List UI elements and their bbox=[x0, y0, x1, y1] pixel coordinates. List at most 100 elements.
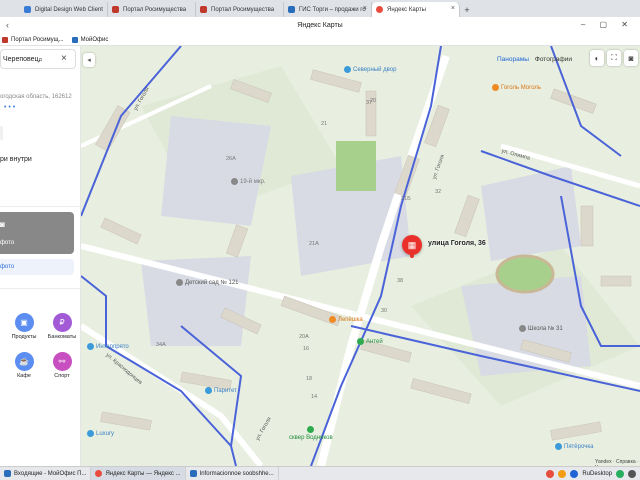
tab-panoramas[interactable]: Панорамы bbox=[497, 56, 529, 63]
poi-marker[interactable]: Luxury bbox=[87, 430, 114, 437]
map-canvas[interactable]: 20 21 21Б 21А 26А 32 38 37 30 20А 16 18 … bbox=[81, 46, 640, 466]
poi-marker[interactable]: Пятёрочка bbox=[555, 443, 593, 450]
poi-label: Паритет bbox=[214, 387, 237, 394]
poi-label: 19-й мкр. bbox=[240, 178, 266, 185]
house-number: 16 bbox=[303, 346, 310, 352]
poi-dot-icon bbox=[176, 279, 183, 286]
poi-label: Антей bbox=[366, 338, 383, 345]
bookmarks-bar: Портал Росимущ... МойОфис bbox=[0, 34, 640, 46]
sidebar-chip[interactable] bbox=[0, 126, 3, 140]
close-icon[interactable]: × bbox=[451, 5, 455, 12]
category-products-button[interactable]: ▣ Продукты bbox=[9, 313, 39, 340]
tab-strip-spacer bbox=[0, 2, 20, 17]
tab-label: Digital Design Web Client bbox=[35, 6, 103, 13]
tray-app-icon[interactable] bbox=[570, 470, 579, 478]
poi-marker[interactable]: 19-й мкр. bbox=[231, 178, 265, 185]
house-number: 21А bbox=[309, 241, 319, 247]
add-photo-button[interactable]: фото bbox=[0, 259, 74, 275]
layers-icon[interactable]: ◐ bbox=[590, 50, 604, 66]
window-controls-icon[interactable]: – ▢ ✕ bbox=[581, 20, 634, 29]
bookmark-item[interactable]: МойОфис bbox=[71, 36, 109, 43]
tab-photos[interactable]: Фотографии bbox=[535, 56, 572, 63]
poi-marker[interactable]: сквер Водников bbox=[289, 426, 333, 441]
search-icon[interactable]: ⌕ bbox=[38, 54, 43, 65]
tray-label[interactable]: RuDesktop bbox=[582, 471, 612, 477]
poi-label: Интерпрято bbox=[96, 343, 129, 350]
poi-marker[interactable]: Школа № 31 bbox=[519, 325, 563, 332]
poi-marker[interactable]: Антей bbox=[357, 338, 383, 345]
tray-app-icon[interactable] bbox=[558, 470, 567, 478]
poi-dot-icon bbox=[519, 325, 526, 332]
poi-dot-icon bbox=[307, 426, 315, 433]
close-icon[interactable]: × bbox=[61, 53, 67, 64]
poi-marker[interactable]: Паритет bbox=[205, 387, 237, 394]
tab-label: Яндекс Карты bbox=[387, 6, 426, 13]
poi-dot-icon bbox=[357, 338, 364, 345]
poi-dot-icon bbox=[87, 343, 94, 350]
browser-tab[interactable]: Digital Design Web Client bbox=[20, 2, 108, 17]
house-number: 37 bbox=[366, 100, 373, 106]
more-dots-icon[interactable]: • • • bbox=[4, 104, 15, 111]
collapse-sidebar-button[interactable]: ◂ bbox=[83, 53, 95, 67]
tray-app-icon[interactable] bbox=[546, 470, 555, 478]
house-number: 26А bbox=[226, 156, 236, 162]
tab-favicon-icon bbox=[24, 6, 31, 13]
bookmark-item[interactable]: Портал Росимущ... bbox=[2, 36, 64, 43]
house-number: 38 bbox=[397, 278, 404, 284]
map-graphics bbox=[81, 46, 640, 466]
taskbar-item[interactable]: Яндекс Карты — Яндекс ... bbox=[91, 466, 186, 480]
house-number: 21 bbox=[321, 121, 328, 127]
poi-marker[interactable]: Интерпрято bbox=[87, 343, 129, 350]
browser-tab[interactable]: ГИС Торги – продажи го × bbox=[284, 2, 372, 17]
address-line: огодская область, 162612 bbox=[0, 94, 72, 100]
tray-app-icon[interactable] bbox=[628, 470, 636, 478]
browser-title-row: ‹ Яндекс Карты – ▢ ✕ bbox=[0, 17, 640, 34]
poi-marker[interactable]: Гоголь Моголь bbox=[492, 84, 541, 91]
taskbar-label: Входящие - МойОфис П... bbox=[14, 470, 87, 477]
transport-icon[interactable]: ⛶ bbox=[607, 50, 621, 66]
bookmark-favicon-icon bbox=[71, 36, 78, 43]
bookmark-favicon-icon bbox=[2, 36, 8, 43]
house-number: 30 bbox=[381, 308, 388, 314]
poi-marker[interactable]: Детский сад № 121 bbox=[176, 279, 239, 286]
category-atm-button[interactable]: ₽ Банкоматы bbox=[47, 313, 77, 340]
tab-label: Портал Росимущества bbox=[123, 6, 187, 13]
poi-marker[interactable]: Северный двор bbox=[344, 66, 396, 73]
system-tray: RuDesktop bbox=[546, 467, 640, 480]
divider bbox=[0, 206, 80, 207]
pin-address-label: улица Гоголя, 36 bbox=[428, 240, 486, 247]
browser-tab[interactable]: Портал Росимущества bbox=[108, 2, 196, 17]
poi-marker[interactable]: Лепёшка bbox=[329, 316, 363, 323]
close-icon[interactable]: × bbox=[363, 5, 367, 12]
camera-icon[interactable]: ◙ bbox=[624, 50, 638, 66]
house-number: 34А bbox=[156, 342, 166, 348]
search-input[interactable]: Череповец, ⌕ × bbox=[0, 49, 76, 69]
back-arrow-icon[interactable]: ‹ bbox=[6, 20, 9, 30]
poi-dot-icon bbox=[344, 66, 351, 73]
map-sidebar: Череповец, ⌕ × огодская область, 162612 … bbox=[0, 46, 81, 466]
house-number: 21Б bbox=[401, 196, 411, 202]
location-pin-icon[interactable]: ▦ bbox=[402, 235, 422, 255]
category-cafe-button[interactable]: ☕ Кафе bbox=[9, 352, 39, 379]
new-tab-plus-icon[interactable]: + bbox=[460, 2, 474, 17]
browser-tab-bar: Digital Design Web Client Портал Росимущ… bbox=[0, 0, 640, 17]
category-label: Продукты bbox=[11, 334, 37, 340]
inside-link[interactable]: ри внутри bbox=[0, 156, 32, 163]
browser-tab[interactable]: Портал Росимущества bbox=[196, 2, 284, 17]
coffee-icon: ☕ bbox=[14, 352, 34, 371]
tab-label: Портал Росимущества bbox=[211, 6, 275, 13]
poi-label: Luxury bbox=[96, 430, 115, 437]
poi-label: Детский сад № 121 bbox=[185, 279, 239, 286]
taskbar-item[interactable]: Входящие - МойОфис П... bbox=[0, 466, 92, 480]
poi-label: сквер Водников bbox=[289, 435, 333, 441]
tray-app-icon[interactable] bbox=[616, 470, 624, 478]
category-sport-button[interactable]: ⚯ Спорт bbox=[47, 352, 77, 379]
photo-preview[interactable]: ◙ фото bbox=[0, 212, 74, 254]
camera-icon: ◙ bbox=[0, 220, 5, 229]
tab-favicon-icon bbox=[376, 6, 383, 13]
taskbar-item[interactable]: Informacionnoe soobshhe... bbox=[186, 466, 279, 480]
os-taskbar: Входящие - МойОфис П... Яндекс Карты — Я… bbox=[0, 466, 640, 480]
bookmark-label: МойОфис bbox=[80, 36, 109, 43]
browser-tab-active[interactable]: Яндекс Карты × bbox=[372, 2, 460, 17]
app-icon bbox=[189, 470, 197, 477]
